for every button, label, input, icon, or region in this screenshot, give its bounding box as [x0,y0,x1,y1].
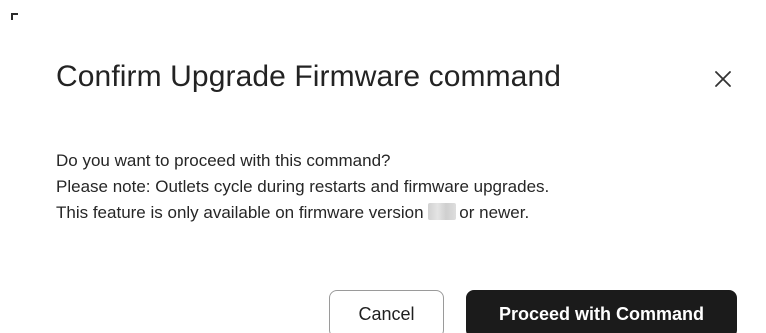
redacted-version [428,203,457,220]
proceed-with-command-button[interactable]: Proceed with Command [466,290,737,333]
dialog-message: Do you want to proceed with this command… [56,148,549,226]
cancel-button[interactable]: Cancel [329,290,444,333]
confirm-dialog: Confirm Upgrade Firmware command Do you … [0,0,766,333]
message-line: Do you want to proceed with this command… [56,151,391,170]
close-button[interactable] [710,66,736,92]
message-line: Please note: Outlets cycle during restar… [56,177,550,196]
feature-note-suffix: or newer. [459,203,530,222]
close-icon [714,70,732,88]
corner-mark [11,13,18,20]
feature-note-prefix: This feature is only available on firmwa… [56,203,429,222]
dialog-title: Confirm Upgrade Firmware command [56,60,562,93]
feature-note: This feature is only available on firmwa… [56,200,549,226]
